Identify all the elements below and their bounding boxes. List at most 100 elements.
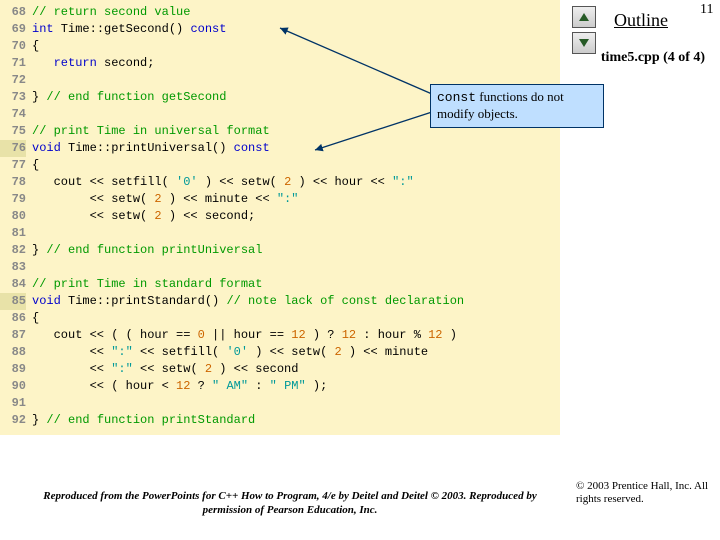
code-token: void	[32, 141, 61, 155]
code-line: 79 << setw( 2 ) << minute << ":"	[0, 191, 560, 208]
code-token: int	[32, 22, 54, 36]
code-token: ) << second	[212, 362, 298, 376]
code-line: 83	[0, 259, 560, 276]
code-token: }	[32, 413, 46, 427]
code-token: 2	[334, 345, 341, 359]
code-token: {	[32, 39, 39, 53]
line-number: 79	[0, 191, 26, 208]
code-line: 80 << setw( 2 ) << second;	[0, 208, 560, 225]
code-token: ) << hour <<	[291, 175, 392, 189]
code-token: const	[190, 22, 226, 36]
code-line: 85 void Time::printStandard() // note lac…	[0, 293, 560, 310]
line-number: 88	[0, 344, 26, 361]
line-number: 82	[0, 242, 26, 259]
outline-link[interactable]: Outline	[614, 10, 668, 31]
code-token: ?	[190, 379, 212, 393]
code-token: Time::printStandard()	[61, 294, 227, 308]
code-token: << setw(	[32, 209, 154, 223]
code-line: 88 << ":" << setfill( '0' ) << setw( 2 )…	[0, 344, 560, 361]
line-number: 86	[0, 310, 26, 327]
code-line: 70{	[0, 38, 560, 55]
line-number: 85	[0, 293, 26, 310]
line-number: 68	[0, 4, 26, 21]
code-token: 2	[154, 192, 161, 206]
code-token: const	[234, 141, 270, 155]
reproduction-text: Reproduced from the PowerPoints for C++ …	[40, 490, 540, 518]
code-token: ) << minute	[342, 345, 428, 359]
code-line: 76 void Time::printUniversal() const	[0, 140, 560, 157]
code-line: 68 // return second value	[0, 4, 560, 21]
code-token: second;	[97, 56, 155, 70]
code-token: 12	[428, 328, 442, 342]
code-token: // end function printStandard	[46, 413, 255, 427]
code-token: cout << ( ( hour ==	[32, 328, 198, 342]
code-token: // print Time in universal format	[32, 124, 270, 138]
code-token: || hour ==	[205, 328, 291, 342]
code-token: )	[443, 328, 457, 342]
code-token: '0'	[176, 175, 198, 189]
code-token: void	[32, 294, 61, 308]
code-token: );	[306, 379, 328, 393]
file-label: time5.cpp (4 of 4)	[590, 50, 716, 66]
line-number: 73	[0, 89, 26, 106]
line-number: 90	[0, 378, 26, 395]
code-token: 12	[342, 328, 356, 342]
code-line: 87 cout << ( ( hour == 0 || hour == 12 )…	[0, 327, 560, 344]
code-line: 69 int Time::getSecond() const	[0, 21, 560, 38]
code-line: 77 {	[0, 157, 560, 174]
code-token: ":"	[111, 345, 133, 359]
code-token: " AM"	[212, 379, 248, 393]
code-token: return	[54, 56, 97, 70]
code-token: // print Time in standard format	[32, 277, 262, 291]
code-token: << setw(	[133, 362, 205, 376]
code-token: ":"	[111, 362, 133, 376]
code-token: ":"	[277, 192, 299, 206]
line-number: 76	[0, 140, 26, 157]
code-line: 78 cout << setfill( '0' ) << setw( 2 ) <…	[0, 174, 560, 191]
code-token: : hour %	[356, 328, 428, 342]
code-token: ":"	[392, 175, 414, 189]
code-token: {	[32, 158, 39, 172]
line-number: 87	[0, 327, 26, 344]
code-token: ) << minute <<	[162, 192, 277, 206]
code-panel: 68 // return second value69 int Time::getS…	[0, 0, 560, 435]
code-token: <<	[32, 362, 111, 376]
line-number: 77	[0, 157, 26, 174]
line-number: 69	[0, 21, 26, 38]
code-token: // return second value	[32, 5, 190, 19]
code-token: ) << setw(	[248, 345, 334, 359]
code-token: << setfill(	[133, 345, 227, 359]
code-token: ) << setw(	[198, 175, 284, 189]
code-line: 92} // end function printStandard	[0, 412, 560, 429]
code-token: cout << setfill(	[32, 175, 176, 189]
code-token: :	[248, 379, 270, 393]
copyright-text: © 2003 Prentice Hall, Inc. All rights re…	[576, 480, 716, 506]
code-token: 2	[154, 209, 161, 223]
code-token: << setw(	[32, 192, 154, 206]
line-number: 89	[0, 361, 26, 378]
code-token: Time::getSecond()	[54, 22, 191, 36]
callout-mono: const	[437, 90, 476, 105]
page-number: 11	[700, 2, 713, 18]
line-number: 92	[0, 412, 26, 429]
code-line: 86{	[0, 310, 560, 327]
code-token	[32, 56, 54, 70]
code-token: ) ?	[306, 328, 342, 342]
code-token: // note lack of const declaration	[226, 294, 464, 308]
code-line: 81	[0, 225, 560, 242]
code-token: }	[32, 90, 46, 104]
code-token: " PM"	[270, 379, 306, 393]
code-line: 90 << ( hour < 12 ? " AM" : " PM" );	[0, 378, 560, 395]
code-token: 2	[205, 362, 212, 376]
code-token: << ( hour <	[32, 379, 176, 393]
code-token: Time::printUniversal()	[61, 141, 234, 155]
line-number: 80	[0, 208, 26, 225]
code-token: <<	[32, 345, 111, 359]
code-token: 12	[176, 379, 190, 393]
code-line: 71 return second;	[0, 55, 560, 72]
nav-prev-button[interactable]	[572, 6, 596, 28]
code-line: 82} // end function printUniversal	[0, 242, 560, 259]
line-number: 78	[0, 174, 26, 191]
line-number: 74	[0, 106, 26, 123]
line-number: 84	[0, 276, 26, 293]
